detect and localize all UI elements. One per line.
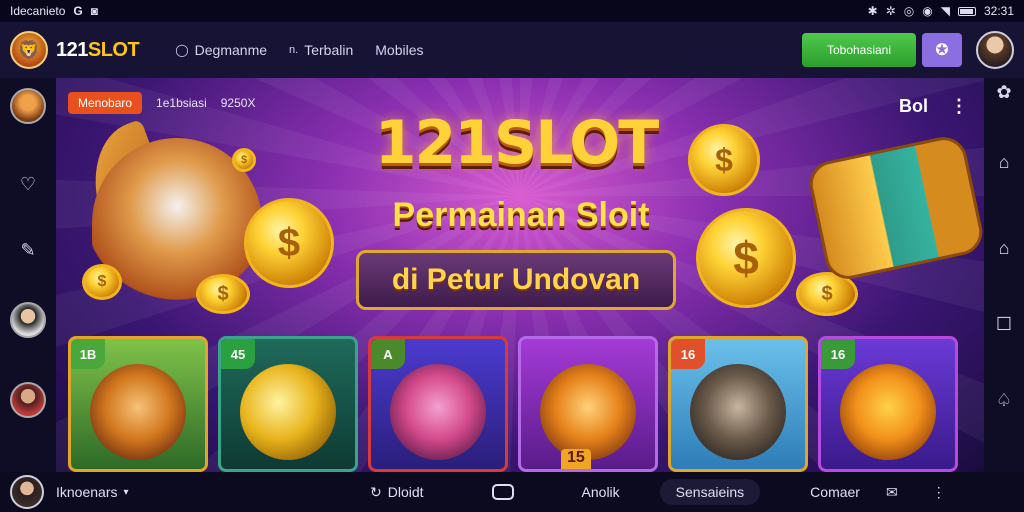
primary-cta-button[interactable]: Tobohasiani xyxy=(802,33,916,67)
rail-avatar-user-1[interactable] xyxy=(10,302,46,338)
hero-banner[interactable]: Menobaro 1e1bsiasi 9250X Bol ⋮ $ $ $ $ 1… xyxy=(56,78,984,472)
edit-icon[interactable]: ✎ xyxy=(14,236,42,264)
bottom-nav-anolik[interactable]: Anolik xyxy=(582,484,620,500)
coin-icon: $ xyxy=(232,148,256,172)
coin-icon: $ xyxy=(82,264,122,300)
nav-label: Mobiles xyxy=(375,42,424,58)
home-icon xyxy=(491,484,514,500)
settings-icon: ✲ xyxy=(885,4,896,18)
brand-suffix: SLOT xyxy=(87,38,140,61)
hero-menu-text: Bol xyxy=(899,96,928,116)
bottom-bar: Iknoenars ▾ ↻ Dloidt Anolik Sensaieins C… xyxy=(0,472,1024,512)
bottom-nav-label: Comaer xyxy=(810,484,860,500)
app-header: 🦁 121SLOT ◯ Degmanme n. Terbalin Mobiles… xyxy=(0,22,1024,78)
refresh-icon: ↻ xyxy=(370,483,382,500)
battery-icon xyxy=(957,6,976,16)
nav-label: Terbalin xyxy=(304,42,354,58)
wolf-art xyxy=(690,363,786,460)
coin-icon: $ xyxy=(688,124,760,196)
nav-label: Degmanme xyxy=(194,42,268,58)
square-icon[interactable]: ☐ xyxy=(990,310,1018,338)
home-outline-icon[interactable]: ⌂ xyxy=(990,148,1018,176)
card-badge: 45 xyxy=(221,339,255,369)
game-card[interactable]: 1B xyxy=(68,336,208,472)
card-badge: A xyxy=(371,339,405,369)
hero-chip-2: 9250X xyxy=(220,96,256,110)
g-icon: G xyxy=(73,4,83,18)
game-card[interactable]: A xyxy=(368,336,508,472)
user-menu[interactable]: Iknoenars ▾ xyxy=(56,484,129,500)
hero-subtitle: Permainan Sloit xyxy=(392,196,650,234)
creature-art xyxy=(840,363,936,460)
star-icon[interactable]: ✪ xyxy=(922,33,962,67)
circle-icon: ◯ xyxy=(175,43,189,57)
promo-pill[interactable]: Menobaro xyxy=(68,92,143,114)
bottom-nav-label: Anolik xyxy=(581,484,620,500)
hero-banner-label: di Petur Undovan xyxy=(356,250,676,310)
nav-item-degmanme[interactable]: ◯ Degmanme xyxy=(175,42,267,58)
main-nav: ◯ Degmanme n. Terbalin Mobiles xyxy=(175,42,423,58)
nav-item-terbalin[interactable]: n. Terbalin xyxy=(289,42,353,58)
brand-logo[interactable]: 121SLOT xyxy=(56,38,140,62)
card-badge: 1B xyxy=(71,339,105,369)
n-icon: n. xyxy=(289,44,299,56)
user-name: Iknoenars xyxy=(56,484,118,500)
nav-item-mobiles[interactable]: Mobiles xyxy=(375,42,423,58)
bottom-nav-home[interactable] xyxy=(491,484,514,500)
bottom-nav-label: Dloidt xyxy=(387,484,424,500)
hero-chip-1: 1e1bsiasi xyxy=(156,96,207,110)
data-icon: ◉ xyxy=(922,4,933,18)
hero-top-bar: Menobaro 1e1bsiasi 9250X xyxy=(68,92,255,114)
coin-icon: $ xyxy=(196,274,250,314)
game-card[interactable]: 45 xyxy=(218,336,358,472)
wifi-icon: ◥ xyxy=(940,4,950,18)
heart-icon[interactable]: ♡ xyxy=(14,170,42,198)
status-time: 32:31 xyxy=(983,4,1014,18)
coin-art xyxy=(240,363,336,460)
card-stamp: 15 xyxy=(561,449,591,469)
camera-icon: ◙ xyxy=(90,4,98,18)
left-rail: ♡ ✎ xyxy=(0,78,56,472)
coin-icon: $ xyxy=(244,198,334,288)
hero-title: 121SLOT xyxy=(374,108,659,178)
bluetooth-icon: ✱ xyxy=(867,4,878,18)
bell-icon[interactable]: ♤ xyxy=(990,386,1018,414)
coin-icon: $ xyxy=(696,208,796,308)
avatar[interactable] xyxy=(976,31,1014,69)
status-bar: Idecanieto G ◙ ✱ ✲ ◎ ◉ ◥ 32:31 xyxy=(0,0,1024,22)
more-vertical-icon[interactable]: ⋮ xyxy=(950,96,968,117)
lion-art xyxy=(90,363,186,460)
more-vertical-icon[interactable]: ⋮ xyxy=(932,484,946,501)
monster-art xyxy=(390,363,486,460)
right-rail: ✿ ⌂ ⌂ ☐ ♤ xyxy=(984,78,1024,472)
sync-icon: ◎ xyxy=(903,4,915,18)
bottom-nav-label: Sensaieins xyxy=(675,484,745,500)
house-icon[interactable]: ⌂ xyxy=(990,234,1018,262)
chat-icon[interactable]: ✉ xyxy=(886,484,898,501)
bottom-nav-dloidt[interactable]: ↻ Dloidt xyxy=(370,484,424,501)
caret-down-icon: ▾ xyxy=(123,486,129,498)
rail-avatar-user-2[interactable] xyxy=(10,382,46,418)
puzzle-icon[interactable]: ✿ xyxy=(990,78,1018,106)
game-cards: 1B 45 A 15 16 16 xyxy=(68,336,972,472)
brand-prefix: 121 xyxy=(56,38,88,61)
card-badge: 16 xyxy=(821,339,855,369)
bottom-nav: ↻ Dloidt Anolik Sensaieins Comaer ✉ ⋮ xyxy=(370,472,946,512)
lion-art xyxy=(540,363,636,460)
bottom-nav-sensaieins[interactable]: Sensaieins xyxy=(659,479,761,505)
status-left-text: Idecanieto xyxy=(10,4,66,18)
avatar[interactable] xyxy=(10,475,44,509)
game-card[interactable]: 16 xyxy=(818,336,958,472)
game-card[interactable]: 15 xyxy=(518,336,658,472)
logo-icon[interactable]: 🦁 xyxy=(10,31,48,69)
card-badge: 16 xyxy=(671,339,705,369)
game-card[interactable]: 16 xyxy=(668,336,808,472)
rail-avatar-cat[interactable] xyxy=(10,88,46,124)
bottom-nav-comaer[interactable]: Comaer xyxy=(810,484,860,500)
hero-menu: Bol ⋮ xyxy=(899,96,968,117)
